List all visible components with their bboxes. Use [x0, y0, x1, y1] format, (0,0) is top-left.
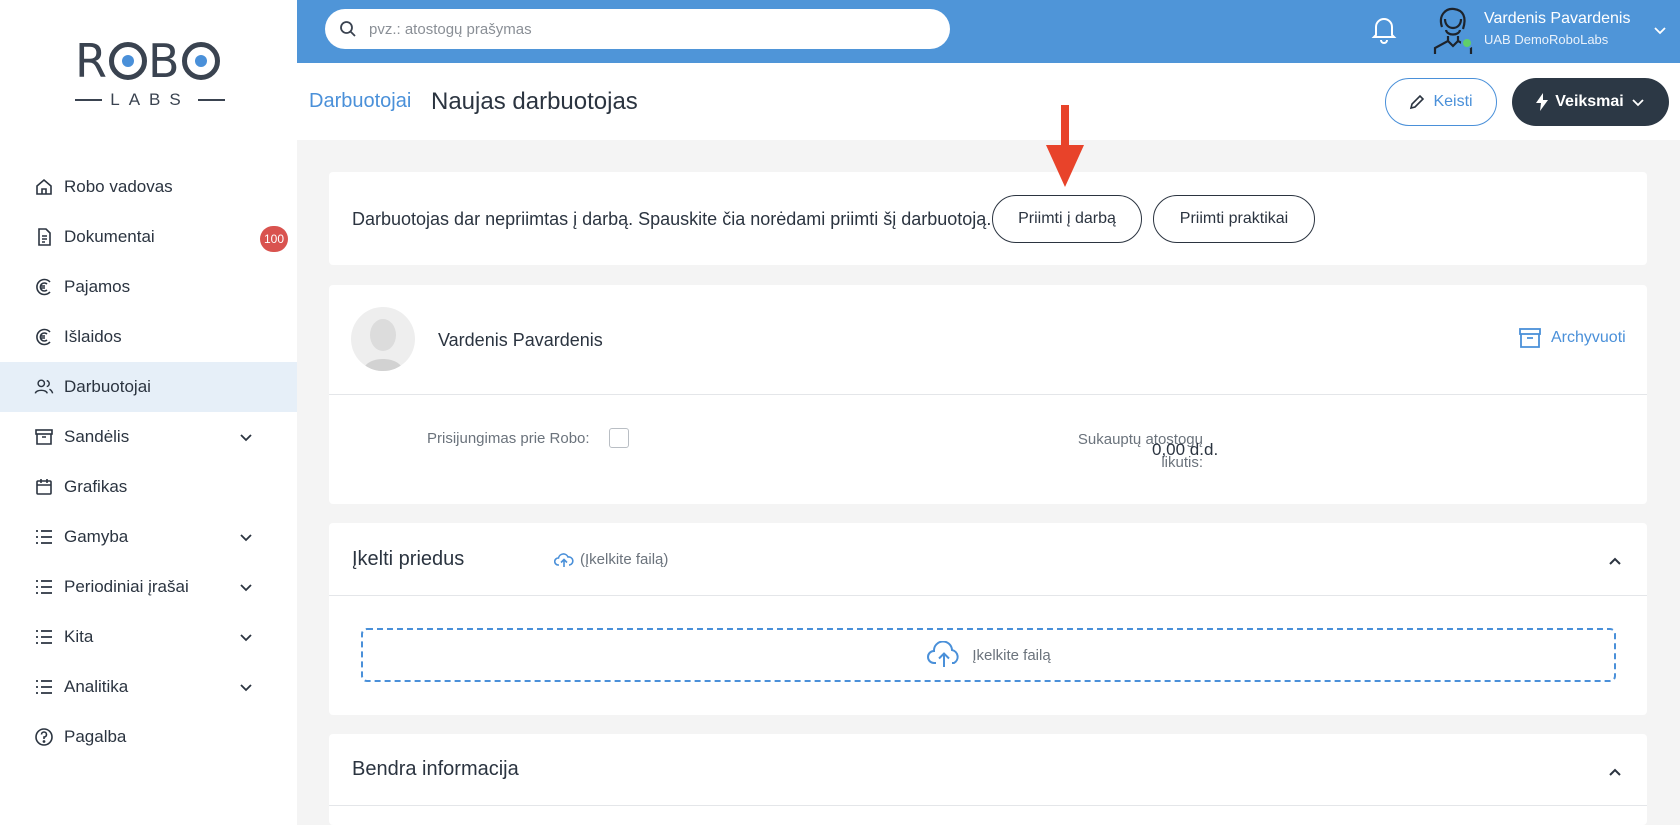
- sidebar-item-label: Periodiniai įrašai: [64, 577, 189, 596]
- hire-notice-card: Darbuotojas dar nepriimtas į darbą. Spau…: [329, 172, 1647, 265]
- lightning-icon: [1536, 93, 1549, 111]
- top-bar: Vardenis Pavardenis UAB DemoRoboLabs: [297, 0, 1680, 63]
- attachments-heading: Įkelti priedus: [352, 548, 465, 570]
- sidebar-item-pajamos[interactable]: Pajamos: [0, 262, 297, 312]
- chevron-down-icon[interactable]: [1652, 22, 1668, 38]
- employee-name: Vardenis Pavardenis: [438, 330, 603, 350]
- user-name[interactable]: Vardenis Pavardenis: [1484, 10, 1630, 28]
- cloud-upload-icon: [554, 552, 574, 567]
- vacation-balance-value: 0,00 d.d.: [1152, 440, 1219, 459]
- edit-button[interactable]: Keisti: [1385, 78, 1497, 126]
- hire-notice-text: Darbuotojas dar nepriimtas į darbą. Spau…: [352, 209, 992, 229]
- online-status-indicator: [1461, 37, 1473, 49]
- sidebar-item-pagalba[interactable]: Pagalba: [0, 712, 297, 762]
- page-header: Darbuotojai Naujas darbuotojas Keisti Ve…: [297, 63, 1680, 140]
- sidebar-item-label: Kita: [64, 627, 94, 646]
- robo-access-checkbox[interactable]: [609, 428, 629, 448]
- sidebar-item-label: Analitika: [64, 677, 129, 696]
- robo-labs-logo[interactable]: RB LABS: [75, 38, 225, 118]
- chevron-down-icon[interactable]: [238, 529, 254, 545]
- file-dropzone[interactable]: Įkelkite failą: [361, 628, 1616, 682]
- red-arrow-annotation: [1046, 105, 1084, 187]
- bell-icon[interactable]: [1370, 14, 1398, 44]
- chevron-down-icon: [1632, 99, 1644, 107]
- divider: [329, 394, 1647, 395]
- employee-profile-card: Vardenis Pavardenis Archyvuoti Prisijung…: [329, 285, 1647, 504]
- chevron-up-icon[interactable]: [1607, 765, 1623, 781]
- breadcrumb-darbuotojai[interactable]: Darbuotojai: [309, 90, 411, 113]
- archive-button-label: Archyvuoti: [1551, 329, 1626, 346]
- search-icon: [340, 21, 356, 37]
- sidebar-item-label: Darbuotojai: [64, 377, 151, 396]
- general-info-heading: Bendra informacija: [352, 758, 519, 780]
- list-icon: [34, 677, 54, 697]
- sidebar-item-islaidos[interactable]: Išlaidos: [0, 312, 297, 362]
- upload-file-link-label: (Įkelkite failą): [580, 551, 669, 568]
- pencil-icon: [1410, 94, 1425, 110]
- chevron-down-icon[interactable]: [238, 429, 254, 445]
- count-badge: 100: [260, 226, 288, 252]
- page-title: Naujas darbuotojas: [431, 88, 638, 115]
- sidebar-item-label: Sandėlis: [64, 427, 130, 446]
- divider: [329, 805, 1647, 806]
- search-box[interactable]: [325, 9, 950, 49]
- sidebar-item-grafikas[interactable]: Grafikas: [0, 462, 297, 512]
- dropzone-label: Įkelkite failą: [972, 646, 1051, 664]
- chevron-down-icon[interactable]: [238, 579, 254, 595]
- sidebar-item-dokumentai[interactable]: Dokumentai 100: [0, 212, 297, 262]
- list-icon: [34, 627, 54, 647]
- edit-button-label: Keisti: [1433, 93, 1473, 110]
- hire-button[interactable]: Priimti į darbą: [992, 195, 1142, 243]
- sidebar-item-label: Dokumentai: [64, 227, 155, 246]
- chevron-down-icon[interactable]: [238, 629, 254, 645]
- sidebar-item-analitika[interactable]: Analitika: [0, 662, 297, 712]
- sidebar-item-label: Pagalba: [64, 727, 127, 746]
- archive-icon: [34, 427, 54, 447]
- sidebar-item-label: Grafikas: [64, 477, 128, 496]
- chevron-up-icon[interactable]: [1607, 554, 1623, 570]
- sidebar-item-label: Gamyba: [64, 527, 129, 546]
- actions-dropdown-button[interactable]: Veiksmai: [1512, 78, 1669, 126]
- euro-expense-icon: [34, 327, 54, 347]
- sidebar-item-label: Pajamos: [64, 277, 131, 296]
- sidebar-item-kita[interactable]: Kita: [0, 612, 297, 662]
- hire-intern-button[interactable]: Priimti praktikai: [1153, 195, 1315, 243]
- home-icon: [34, 177, 54, 197]
- help-icon: [34, 727, 54, 747]
- actions-button-label: Veiksmai: [1555, 93, 1624, 110]
- archive-icon: [1519, 328, 1541, 348]
- cloud-upload-icon: [927, 641, 959, 667]
- robo-access-label: Prisijungimas prie Robo:: [427, 430, 590, 447]
- sidebar-item-periodiniai-irasai[interactable]: Periodiniai įrašai: [0, 562, 297, 612]
- divider: [329, 595, 1647, 596]
- users-icon: [34, 377, 54, 397]
- attachments-card: Įkelti priedus (Įkelkite failą) Įkelkite…: [329, 523, 1647, 715]
- chevron-down-icon[interactable]: [238, 679, 254, 695]
- list-icon: [34, 577, 54, 597]
- search-input[interactable]: [369, 20, 929, 38]
- sidebar-item-label: Robo vadovas: [64, 177, 173, 196]
- general-info-card: Bendra informacija: [329, 734, 1647, 825]
- sidebar-nav: Robo vadovas Dokumentai 100 Pajamos Išla…: [0, 162, 297, 762]
- user-company: UAB DemoRoboLabs: [1484, 32, 1609, 47]
- sidebar-item-darbuotojai[interactable]: Darbuotojai: [0, 362, 297, 412]
- document-icon: [34, 227, 54, 247]
- sidebar-item-gamyba[interactable]: Gamyba: [0, 512, 297, 562]
- calendar-icon: [34, 477, 54, 497]
- list-icon: [34, 527, 54, 547]
- sidebar: RB LABS Robo vadovas Dokumentai 100 Paja: [0, 0, 297, 825]
- euro-income-icon: [34, 277, 54, 297]
- sidebar-item-sandelis[interactable]: Sandėlis: [0, 412, 297, 462]
- sidebar-item-label: Išlaidos: [64, 327, 122, 346]
- sidebar-item-robo-vadovas[interactable]: Robo vadovas: [0, 162, 297, 212]
- employee-avatar: [351, 307, 415, 371]
- upload-file-link[interactable]: (Įkelkite failą): [554, 551, 668, 568]
- archive-button[interactable]: Archyvuoti: [1519, 328, 1626, 348]
